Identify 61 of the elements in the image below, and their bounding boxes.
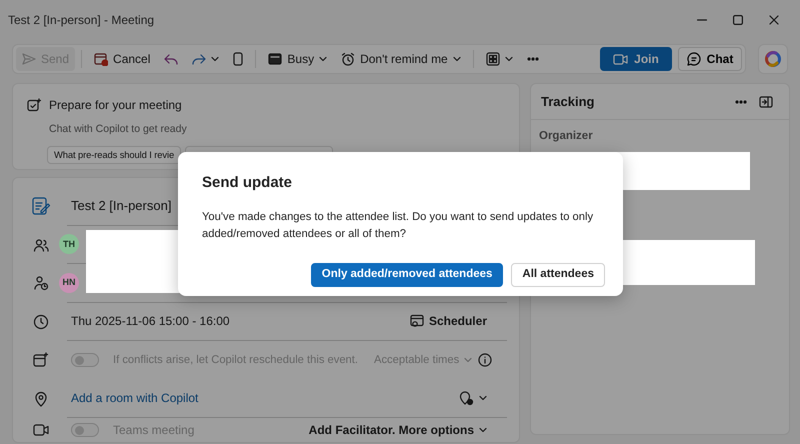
info-icon (478, 353, 492, 368)
copilot-icon (765, 51, 781, 67)
status-icon (268, 53, 282, 65)
scheduler-button[interactable]: Scheduler (404, 309, 493, 334)
forward-icon (192, 53, 206, 65)
copilot-button[interactable] (758, 44, 788, 74)
date-time-field[interactable]: Thu 2025-11-06 15:00 - 16:00 (71, 312, 404, 330)
clock-icon (33, 314, 49, 330)
add-room-link[interactable]: Add a room with Copilot (71, 389, 452, 408)
caret-icon (319, 56, 328, 62)
primary-button[interactable]: Only added/removed attendees (310, 262, 504, 286)
reminder-dropdown[interactable]: Don't remind me (335, 47, 467, 71)
phone-icon (233, 52, 244, 66)
reschedule-text: If conflicts arise, let Copilot reschedule this event. (113, 352, 358, 368)
avatar[interactable]: TH (59, 234, 79, 254)
organizer-label: Organizer (539, 129, 594, 144)
title-field[interactable]: Test 2 [In-person] (71, 196, 172, 216)
caret-icon (211, 56, 220, 62)
secondary-button[interactable]: All attendees (511, 262, 605, 286)
panel-title: Tracking (541, 92, 596, 111)
location-pin-icon (34, 390, 48, 407)
people-icon (33, 238, 49, 252)
more-icon (735, 100, 747, 104)
send-icon (22, 53, 36, 65)
join-button[interactable]: Join (600, 47, 672, 71)
video-camera-icon (33, 424, 49, 436)
toggle-switch[interactable] (71, 353, 99, 368)
maximize-icon (733, 15, 743, 25)
toggle-switch[interactable] (71, 423, 99, 437)
calendar-sparkle-icon (27, 98, 41, 112)
panel-collapse-icon (759, 96, 773, 108)
video-camera-icon (613, 54, 628, 64)
prepare-subtitle: Chat with Copilot to get ready (49, 122, 188, 137)
prepare-title: Prepare for your meeting (49, 97, 182, 114)
avatar[interactable]: HN (59, 272, 79, 293)
calendar-cancel-icon (94, 52, 108, 66)
apps-icon (486, 52, 500, 66)
suggestion-chip[interactable]: What pre-reads should I revie (47, 146, 182, 164)
close-icon (769, 15, 779, 25)
window-title: Test 2 [In-person] - Meeting (8, 12, 154, 29)
caret-icon (479, 395, 487, 402)
teams-meeting-text: Teams meeting (113, 422, 196, 439)
location-pin-icon (458, 390, 474, 406)
reply-icon (164, 53, 178, 65)
scheduler-icon (410, 314, 424, 328)
person-clock-icon (33, 275, 49, 292)
dialog-title: Send update (202, 173, 294, 193)
caret-icon (464, 357, 472, 364)
edit-note-icon (31, 196, 51, 216)
chat-bubble-icon (686, 52, 701, 66)
caret-icon (452, 56, 461, 62)
chat-button[interactable]: Chat (678, 47, 742, 71)
cancel-button[interactable]: Cancel (88, 47, 156, 71)
more-options-dropdown[interactable]: Add Facilitator. More options (302, 418, 493, 442)
caret-icon (479, 427, 487, 433)
calendar-sparkle-icon (33, 352, 49, 368)
caret-icon (504, 56, 513, 62)
more-icon (526, 57, 539, 61)
busy-dropdown[interactable]: Busy (262, 47, 334, 71)
dialog-message: You've made changes to the attendee list. Do you want to send updates to only added/removed attendees or all of them? (202, 210, 594, 242)
alarm-clock-icon (341, 52, 356, 66)
